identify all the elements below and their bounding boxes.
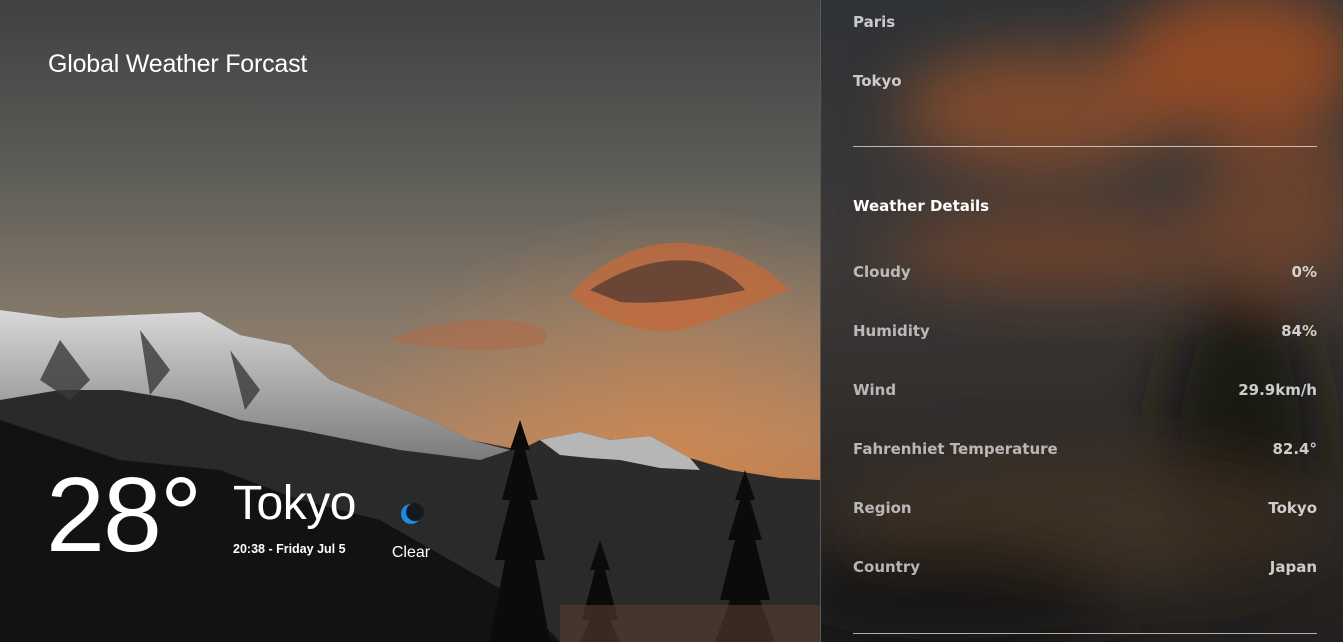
current-condition: Clear xyxy=(386,500,436,562)
app-brand: Global Weather Forcast xyxy=(48,50,308,78)
weather-app: Global Weather Forcast 28° Tokyo 20:38 -… xyxy=(0,0,1343,642)
detail-label: Cloudy xyxy=(853,263,911,281)
current-datetime: 20:38 - Friday Jul 5 xyxy=(233,542,346,556)
detail-row-country: Country Japan xyxy=(853,558,1317,580)
divider xyxy=(853,146,1317,147)
detail-row-cloudy: Cloudy 0% xyxy=(853,263,1317,285)
weather-details-title: Weather Details xyxy=(853,197,990,215)
detail-label: Country xyxy=(853,558,921,576)
current-temperature: 28° xyxy=(46,456,202,574)
current-city: Tokyo xyxy=(233,477,356,530)
city-option-paris[interactable]: Paris xyxy=(853,13,895,31)
detail-value: Tokyo xyxy=(1268,499,1317,517)
detail-value: 82.4° xyxy=(1272,440,1317,458)
side-panel: Paris Tokyo Weather Details Cloudy 0% Hu… xyxy=(820,0,1343,642)
detail-value: 84% xyxy=(1281,322,1317,340)
panel-content: Paris Tokyo Weather Details Cloudy 0% Hu… xyxy=(853,0,1317,642)
detail-row-fahrenheit: Fahrenhiet Temperature 82.4° xyxy=(853,440,1317,462)
detail-label: Wind xyxy=(853,381,897,399)
detail-value: 29.9km/h xyxy=(1238,381,1317,399)
detail-value: Japan xyxy=(1269,558,1317,576)
detail-label: Region xyxy=(853,499,912,517)
detail-row-wind: Wind 29.9km/h xyxy=(853,381,1317,403)
detail-row-region: Region Tokyo xyxy=(853,499,1317,521)
moon-icon xyxy=(397,500,425,528)
detail-row-humidity: Humidity 84% xyxy=(853,322,1317,344)
current-location: Tokyo 20:38 - Friday Jul 5 xyxy=(233,477,356,557)
detail-value: 0% xyxy=(1291,263,1317,281)
detail-label: Fahrenhiet Temperature xyxy=(853,440,1058,458)
detail-label: Humidity xyxy=(853,322,930,340)
divider xyxy=(853,633,1317,634)
city-option-tokyo[interactable]: Tokyo xyxy=(853,72,902,90)
condition-label: Clear xyxy=(391,544,431,561)
